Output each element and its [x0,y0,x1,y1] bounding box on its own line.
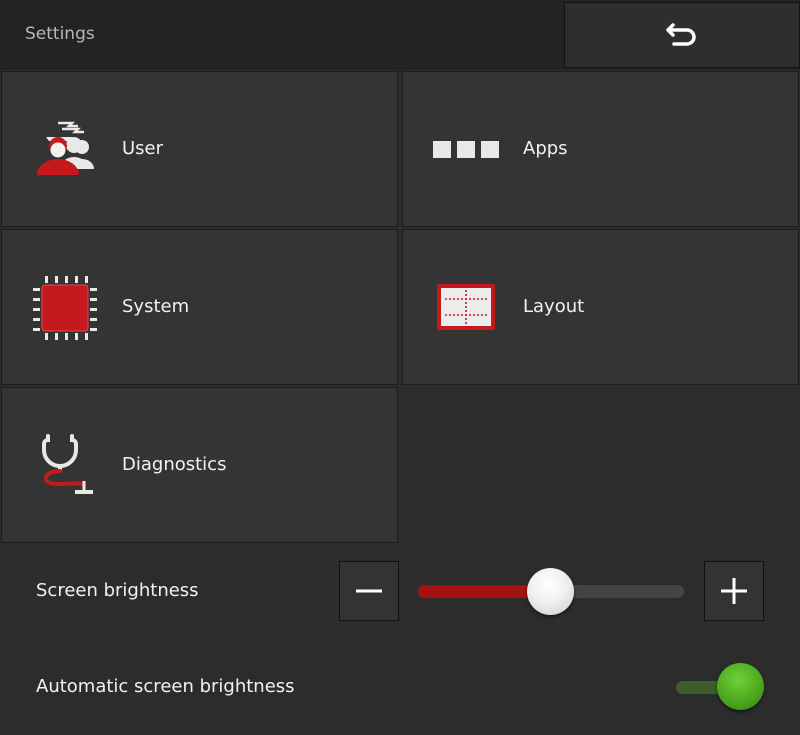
chip-icon [32,275,98,341]
brightness-slider[interactable] [418,568,684,615]
tile-apps-label: Apps [523,138,568,159]
tile-layout[interactable]: Layout [402,229,799,385]
auto-brightness-toggle-knob [717,663,764,710]
tile-diagnostics[interactable]: Diagnostics [1,387,398,543]
layout-icon [433,275,499,341]
tile-layout-label: Layout [523,296,585,317]
minus-icon [356,589,382,593]
brightness-increase-button[interactable] [704,561,764,621]
apps-icon [433,117,499,183]
header-bar: Settings [0,0,800,70]
auto-brightness-toggle[interactable] [676,663,764,711]
tile-user-label: User [122,138,164,159]
tile-system[interactable]: System [1,229,398,385]
tile-system-label: System [122,296,190,317]
stethoscope-icon [32,433,98,499]
user-group-icon [32,117,98,183]
back-button[interactable] [564,2,800,68]
brightness-label: Screen brightness [36,580,199,601]
plus-icon [721,578,747,604]
tile-user[interactable]: User [1,71,398,227]
tile-diagnostics-label: Diagnostics [122,454,227,475]
page-title: Settings [25,24,95,44]
brightness-decrease-button[interactable] [339,561,399,621]
brightness-slider-thumb[interactable] [527,568,574,615]
auto-brightness-label: Automatic screen brightness [36,676,295,697]
undo-arrow-icon [666,23,696,46]
tile-apps[interactable]: Apps [402,71,799,227]
